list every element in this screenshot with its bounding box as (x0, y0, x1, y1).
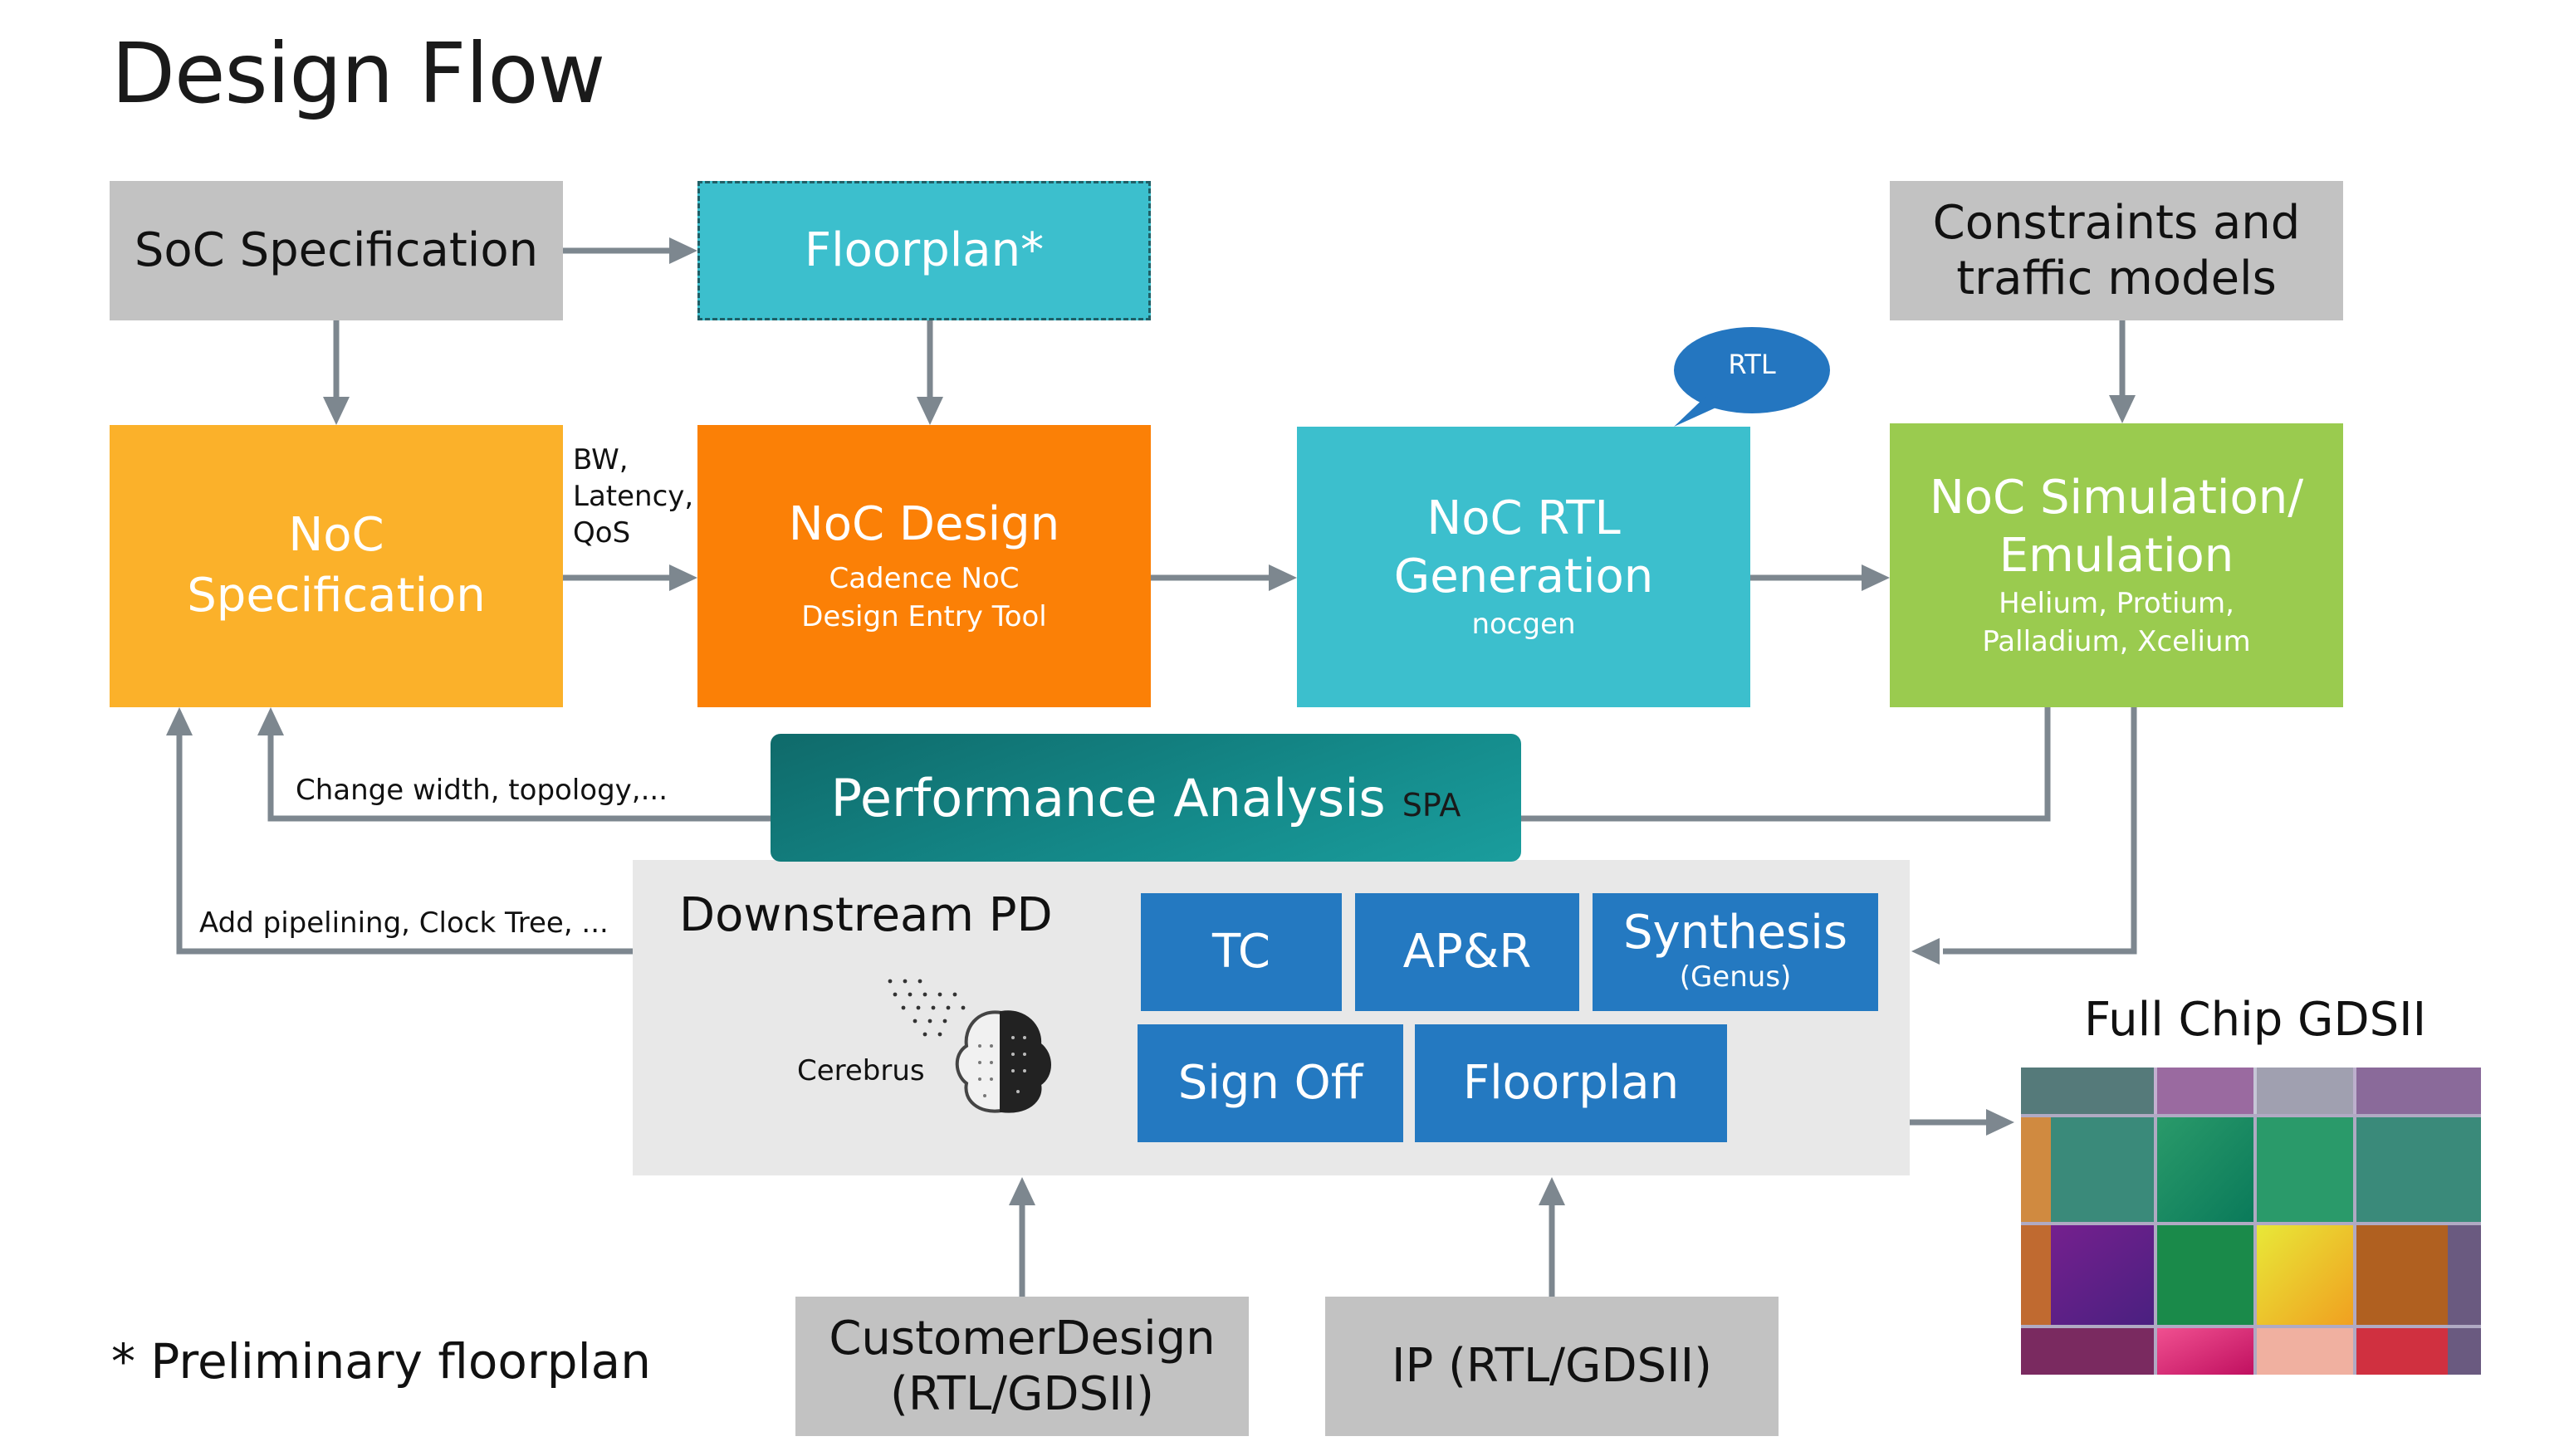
qos-label: QoS (573, 516, 631, 550)
footnote: * Preliminary floorplan (111, 1333, 651, 1390)
pd-block-floorplan-label: Floorplan (1462, 1056, 1680, 1110)
arrowhead (1862, 564, 1890, 591)
spa-tag: SPA (1402, 787, 1461, 823)
downstream-pd-label: Downstream PD (679, 888, 1053, 942)
constraints-label-line1: Constraints and (1932, 195, 2301, 250)
change-width-label: Change width, topology,... (296, 774, 668, 807)
arrowhead (917, 397, 943, 425)
customer-design-line1: CustomerDesign (829, 1311, 1216, 1366)
noc-design-sub2: Design Entry Tool (801, 600, 1047, 633)
latency-label: Latency, (573, 480, 694, 514)
noc-specification-line2: Specification (187, 569, 486, 623)
pd-block-sign-off-label: Sign Off (1177, 1056, 1363, 1110)
noc-simulation-box: NoC Simulation/ Emulation Helium, Protiu… (1890, 423, 2343, 707)
pd-block-floorplan: Floorplan (1415, 1024, 1727, 1142)
constraints-label-line2: traffic models (1956, 252, 2277, 305)
pd-block-sign-off: Sign Off (1138, 1024, 1403, 1142)
bw-latency-qos-label: BW, Latency, QoS (573, 442, 693, 552)
preliminary-floorplan-box: Floorplan* (697, 181, 1151, 320)
performance-analysis-label: Performance Analysis (830, 767, 1386, 828)
soc-specification-label: SoC Specification (134, 223, 539, 277)
line-sim-to-perf (1521, 707, 2051, 822)
noc-design-sub1: Cadence NoC (829, 562, 1020, 596)
arrowhead (1269, 564, 1297, 591)
noc-rtl-generation-box: NoC RTL Generation nocgen (1297, 427, 1750, 707)
performance-analysis-box: Performance Analysis SPA (771, 734, 1521, 862)
add-pipelining-label: Add pipelining, Clock Tree, ... (199, 906, 609, 940)
noc-sim-line2: Emulation (1999, 529, 2234, 584)
arrow-sim-to-downstream (1943, 707, 2137, 955)
soc-specification-box: SoC Specification (110, 181, 563, 320)
preliminary-floorplan-label: Floorplan* (804, 223, 1045, 277)
rtl-bubble-label: RTL (1728, 349, 1776, 380)
pd-block-apr: AP&R (1355, 893, 1579, 1011)
full-chip-label: Full Chip GDSII (2084, 993, 2427, 1047)
constraints-box: Constraints and traffic models (1890, 181, 2343, 320)
arrowhead (257, 707, 284, 735)
pd-block-synthesis: Synthesis (Genus) (1593, 893, 1878, 1011)
ip-label: IP (RTL/GDSII) (1392, 1339, 1712, 1393)
ip-box: IP (RTL/GDSII) (1325, 1297, 1779, 1436)
noc-sim-sub2: Palladium, Xcelium (1982, 625, 2251, 658)
chip-layout-graphic (2021, 1068, 2481, 1375)
noc-rtl-line2: Generation (1393, 550, 1654, 604)
arrowhead (2109, 395, 2136, 423)
arrowhead (1009, 1177, 1035, 1205)
pd-block-synthesis-label: Synthesis (1623, 906, 1847, 960)
noc-rtl-sub: nocgen (1471, 608, 1576, 642)
pd-block-synthesis-sub: (Genus) (1679, 960, 1792, 994)
noc-design-label: NoC Design (788, 497, 1060, 552)
noc-design-box: NoC Design Cadence NoC Design Entry Tool (697, 425, 1151, 707)
arrowhead (1911, 938, 1940, 965)
customer-design-line2: (RTL/GDSII) (890, 1367, 1154, 1421)
noc-specification-line1: NoC (288, 508, 384, 563)
noc-specification-box: NoC Specification (110, 425, 563, 707)
customer-design-box: CustomerDesign (RTL/GDSII) (795, 1297, 1249, 1436)
bw-label: BW, (573, 443, 629, 476)
pd-block-tc-label: TC (1211, 925, 1271, 979)
arrowhead (1986, 1109, 2014, 1136)
arrowhead (166, 707, 193, 735)
full-chip-gdsii-image (2021, 1068, 2481, 1375)
arrowhead (669, 564, 697, 591)
noc-sim-line1: NoC Simulation/ (1929, 471, 2304, 525)
cerebrus-brain-icon (888, 979, 1051, 1113)
noc-rtl-line1: NoC RTL (1426, 491, 1621, 546)
noc-sim-sub1: Helium, Protium, (1999, 587, 2234, 621)
arrowhead (323, 397, 350, 425)
arrowhead (669, 237, 697, 264)
pd-block-tc: TC (1141, 893, 1342, 1011)
arrowhead (1539, 1177, 1565, 1205)
pd-block-apr-label: AP&R (1402, 925, 1532, 979)
cerebrus-label: Cerebrus (797, 1054, 925, 1087)
